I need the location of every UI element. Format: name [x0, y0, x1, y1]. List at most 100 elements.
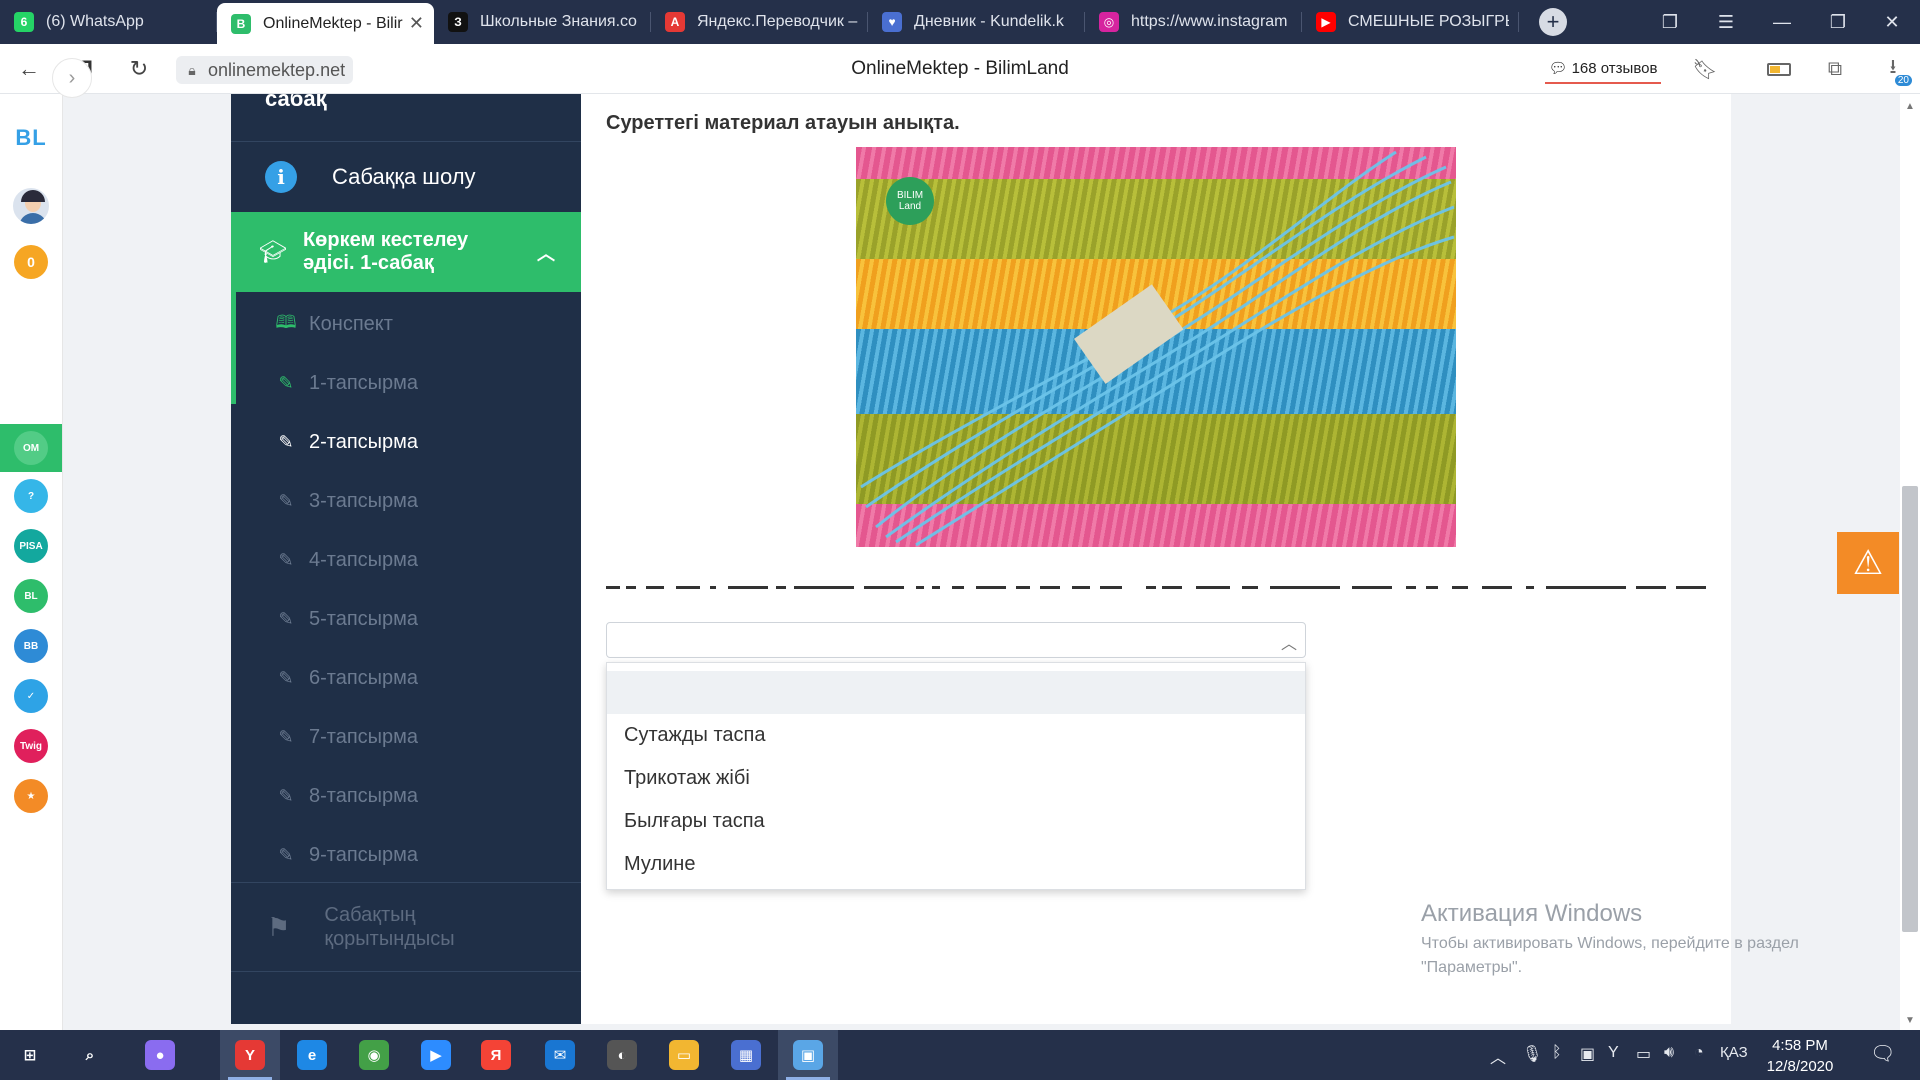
- search-button[interactable]: ⌕: [60, 1030, 120, 1080]
- sidebar-task-item[interactable]: ✎ 7-тапсырма: [231, 708, 581, 767]
- chevron-right-icon[interactable]: ›: [52, 58, 92, 98]
- bilimbook-app[interactable]: BB: [11, 626, 51, 666]
- browser-tab[interactable]: З Школьные Знания.co: [434, 0, 651, 44]
- sidebar-item-summary[interactable]: ⚑ Сабақтың қорытындысы: [231, 883, 581, 971]
- dropdown-option[interactable]: Сутажды таспа: [607, 714, 1305, 757]
- language-indicator[interactable]: ҚАЗ: [1720, 1044, 1748, 1061]
- zoom-tray-icon[interactable]: ▣: [1580, 1044, 1595, 1064]
- url-field[interactable]: 🔒︎ onlinemektep.net: [176, 56, 354, 84]
- start-button[interactable]: ⊞: [0, 1030, 60, 1080]
- chevron-up-icon[interactable]: ︿: [1281, 630, 1297, 654]
- flag-icon: ⚑: [267, 911, 291, 942]
- reload-button[interactable]: ↻: [122, 52, 156, 86]
- page-scrollbar-thumb[interactable]: [1902, 486, 1918, 932]
- microphone-icon[interactable]: 🎙︎: [1522, 1044, 1542, 1064]
- bilimland-extra-app[interactable]: ★: [11, 776, 51, 816]
- explorer-app[interactable]: ▭: [654, 1030, 714, 1080]
- cortana-app[interactable]: ●: [130, 1030, 190, 1080]
- dropdown-option[interactable]: Былғары таспа: [607, 800, 1305, 843]
- sidebar-task-item[interactable]: 🕮 Конспект: [231, 295, 581, 354]
- test-app[interactable]: ✓: [11, 676, 51, 716]
- edge-app[interactable]: e: [282, 1030, 342, 1080]
- sidebar-task-item[interactable]: ✎ 4-тапсырма: [231, 531, 581, 590]
- sidebar-task-item[interactable]: ✎ 6-тапсырма: [231, 649, 581, 708]
- scroll-down-arrow[interactable]: ▼: [1902, 1012, 1918, 1028]
- new-tab-button[interactable]: +: [1531, 0, 1575, 44]
- browser-tab[interactable]: 6 (6) WhatsApp: [0, 0, 217, 44]
- bilimland-logo[interactable]: BL: [11, 118, 51, 158]
- report-warning-button[interactable]: ⚠: [1837, 532, 1899, 594]
- clock-time: 4:58 PM: [1772, 1037, 1828, 1054]
- bluetooth-icon[interactable]: ᛒ: [1552, 1044, 1562, 1062]
- sidebar-section-current-lesson[interactable]: 🎓︎ Көркем кестелеу әдісі. 1-сабақ ︿: [231, 212, 581, 292]
- app-icon: Я: [481, 1040, 511, 1070]
- minimize-button[interactable]: —: [1754, 0, 1810, 44]
- yandex-browser-app[interactable]: Y: [220, 1030, 280, 1080]
- sidebar-task-item[interactable]: ✎ 9-тапсырма: [231, 826, 581, 885]
- bilimland-app[interactable]: BL: [11, 576, 51, 616]
- clock[interactable]: 4:58 PM 12/8/2020: [1755, 1035, 1845, 1077]
- windows-activation-watermark: Активация Windows Чтобы активировать Win…: [1421, 900, 1799, 980]
- sidebar-task-label: Конспект: [309, 313, 393, 335]
- restore-button[interactable]: ❐: [1810, 0, 1866, 44]
- close-tab-icon[interactable]: ✕: [409, 13, 424, 34]
- answer-select[interactable]: ︿: [606, 622, 1306, 658]
- browser-tab[interactable]: ▶ СМЕШНЫЕ РОЗЫГРЫ: [1302, 0, 1519, 44]
- yandex-tray-icon[interactable]: Y: [1608, 1044, 1619, 1062]
- coins-badge[interactable]: 0: [11, 242, 51, 282]
- reviews-button[interactable]: 💬︎ 168 отзывов: [1545, 54, 1661, 84]
- pisa-app[interactable]: PISA: [11, 526, 51, 566]
- question-text: Суреттегі материал атауын анықта.: [606, 112, 960, 134]
- volume-icon[interactable]: 🔊︎: [1664, 1044, 1674, 1062]
- browser-tab[interactable]: B OnlineMektep - Bilir ✕: [217, 3, 434, 44]
- zoom-app[interactable]: ▶: [406, 1030, 466, 1080]
- photos-app[interactable]: ▣: [778, 1030, 838, 1080]
- twig-app[interactable]: Twig: [11, 726, 51, 766]
- help-app[interactable]: ?: [11, 476, 51, 516]
- sidebar-task-item[interactable]: ✎ 1-тапсырма: [231, 354, 581, 413]
- task-image: BILIM Land: [856, 147, 1456, 547]
- online-mektep-app[interactable]: OM: [0, 424, 62, 472]
- app-icon: Twig: [14, 729, 48, 763]
- app-icon: ●: [145, 1040, 175, 1070]
- dropdown-option[interactable]: Мулине: [607, 843, 1305, 886]
- battery-icon[interactable]: ▭: [1636, 1044, 1651, 1064]
- browser-tab-strip: 6 (6) WhatsApp B OnlineMektep - Bilir ✕ З Школ…: [0, 0, 1920, 44]
- dropdown-option[interactable]: [607, 671, 1305, 714]
- media-app[interactable]: ◐: [592, 1030, 652, 1080]
- menu-icon[interactable]: ☰: [1698, 0, 1754, 44]
- lock-icon[interactable]: 🔒︎: [182, 60, 202, 80]
- sidebar-task-label: 9-тапсырма: [309, 844, 419, 866]
- browser-tab[interactable]: A Яндекс.Переводчик –: [651, 0, 868, 44]
- sidebar-task-item[interactable]: ✎ 5-тапсырма: [231, 590, 581, 649]
- sidebar-task-item[interactable]: ✎ 2-тапсырма: [231, 413, 581, 472]
- chevron-up-icon[interactable]: ︿: [537, 240, 555, 266]
- tray-chevron-up-icon[interactable]: ︿: [1490, 1044, 1506, 1068]
- mail-app[interactable]: ✉: [530, 1030, 590, 1080]
- sidebar-item-overview[interactable]: i Сабаққа шолу: [231, 142, 581, 212]
- sidebar-task-label: 7-тапсырма: [309, 726, 419, 748]
- back-button[interactable]: ←: [12, 52, 46, 86]
- browser-tab[interactable]: ♥ Дневник - Kundelik.k: [868, 0, 1085, 44]
- store-app[interactable]: ▦: [716, 1030, 776, 1080]
- bookmark-icon[interactable]: 🔖︎: [1688, 52, 1722, 86]
- downloads-icon[interactable]: ⭳ 20: [1876, 52, 1912, 86]
- scroll-up-arrow[interactable]: ▲: [1902, 98, 1918, 114]
- yandex-app[interactable]: Я: [466, 1030, 526, 1080]
- close-window-button[interactable]: ✕: [1864, 0, 1920, 44]
- dropdown-option[interactable]: Трикотаж жібі: [607, 757, 1305, 800]
- app-icon: Y: [235, 1040, 265, 1070]
- avatar[interactable]: [11, 186, 51, 226]
- collections-icon[interactable]: ❐: [1642, 0, 1698, 44]
- kundelik-icon: ♥: [882, 12, 902, 32]
- browser-tab[interactable]: ◎ https://www.instagram: [1085, 0, 1302, 44]
- chrome-app[interactable]: ◉: [344, 1030, 404, 1080]
- reviews-label: 168 отзывов: [1571, 59, 1658, 77]
- extensions-icon[interactable]: ⧉: [1818, 52, 1852, 86]
- sidebar-task-item[interactable]: ✎ 3-тапсырма: [231, 472, 581, 531]
- notifications-icon[interactable]: 🗨︎: [1870, 1041, 1895, 1066]
- wifi-icon[interactable]: ◔: [1694, 1044, 1704, 1062]
- battery-saver-icon[interactable]: [1762, 52, 1796, 86]
- sidebar-task-item[interactable]: ✎ 8-тапсырма: [231, 767, 581, 826]
- coins-count: 0: [14, 245, 48, 279]
